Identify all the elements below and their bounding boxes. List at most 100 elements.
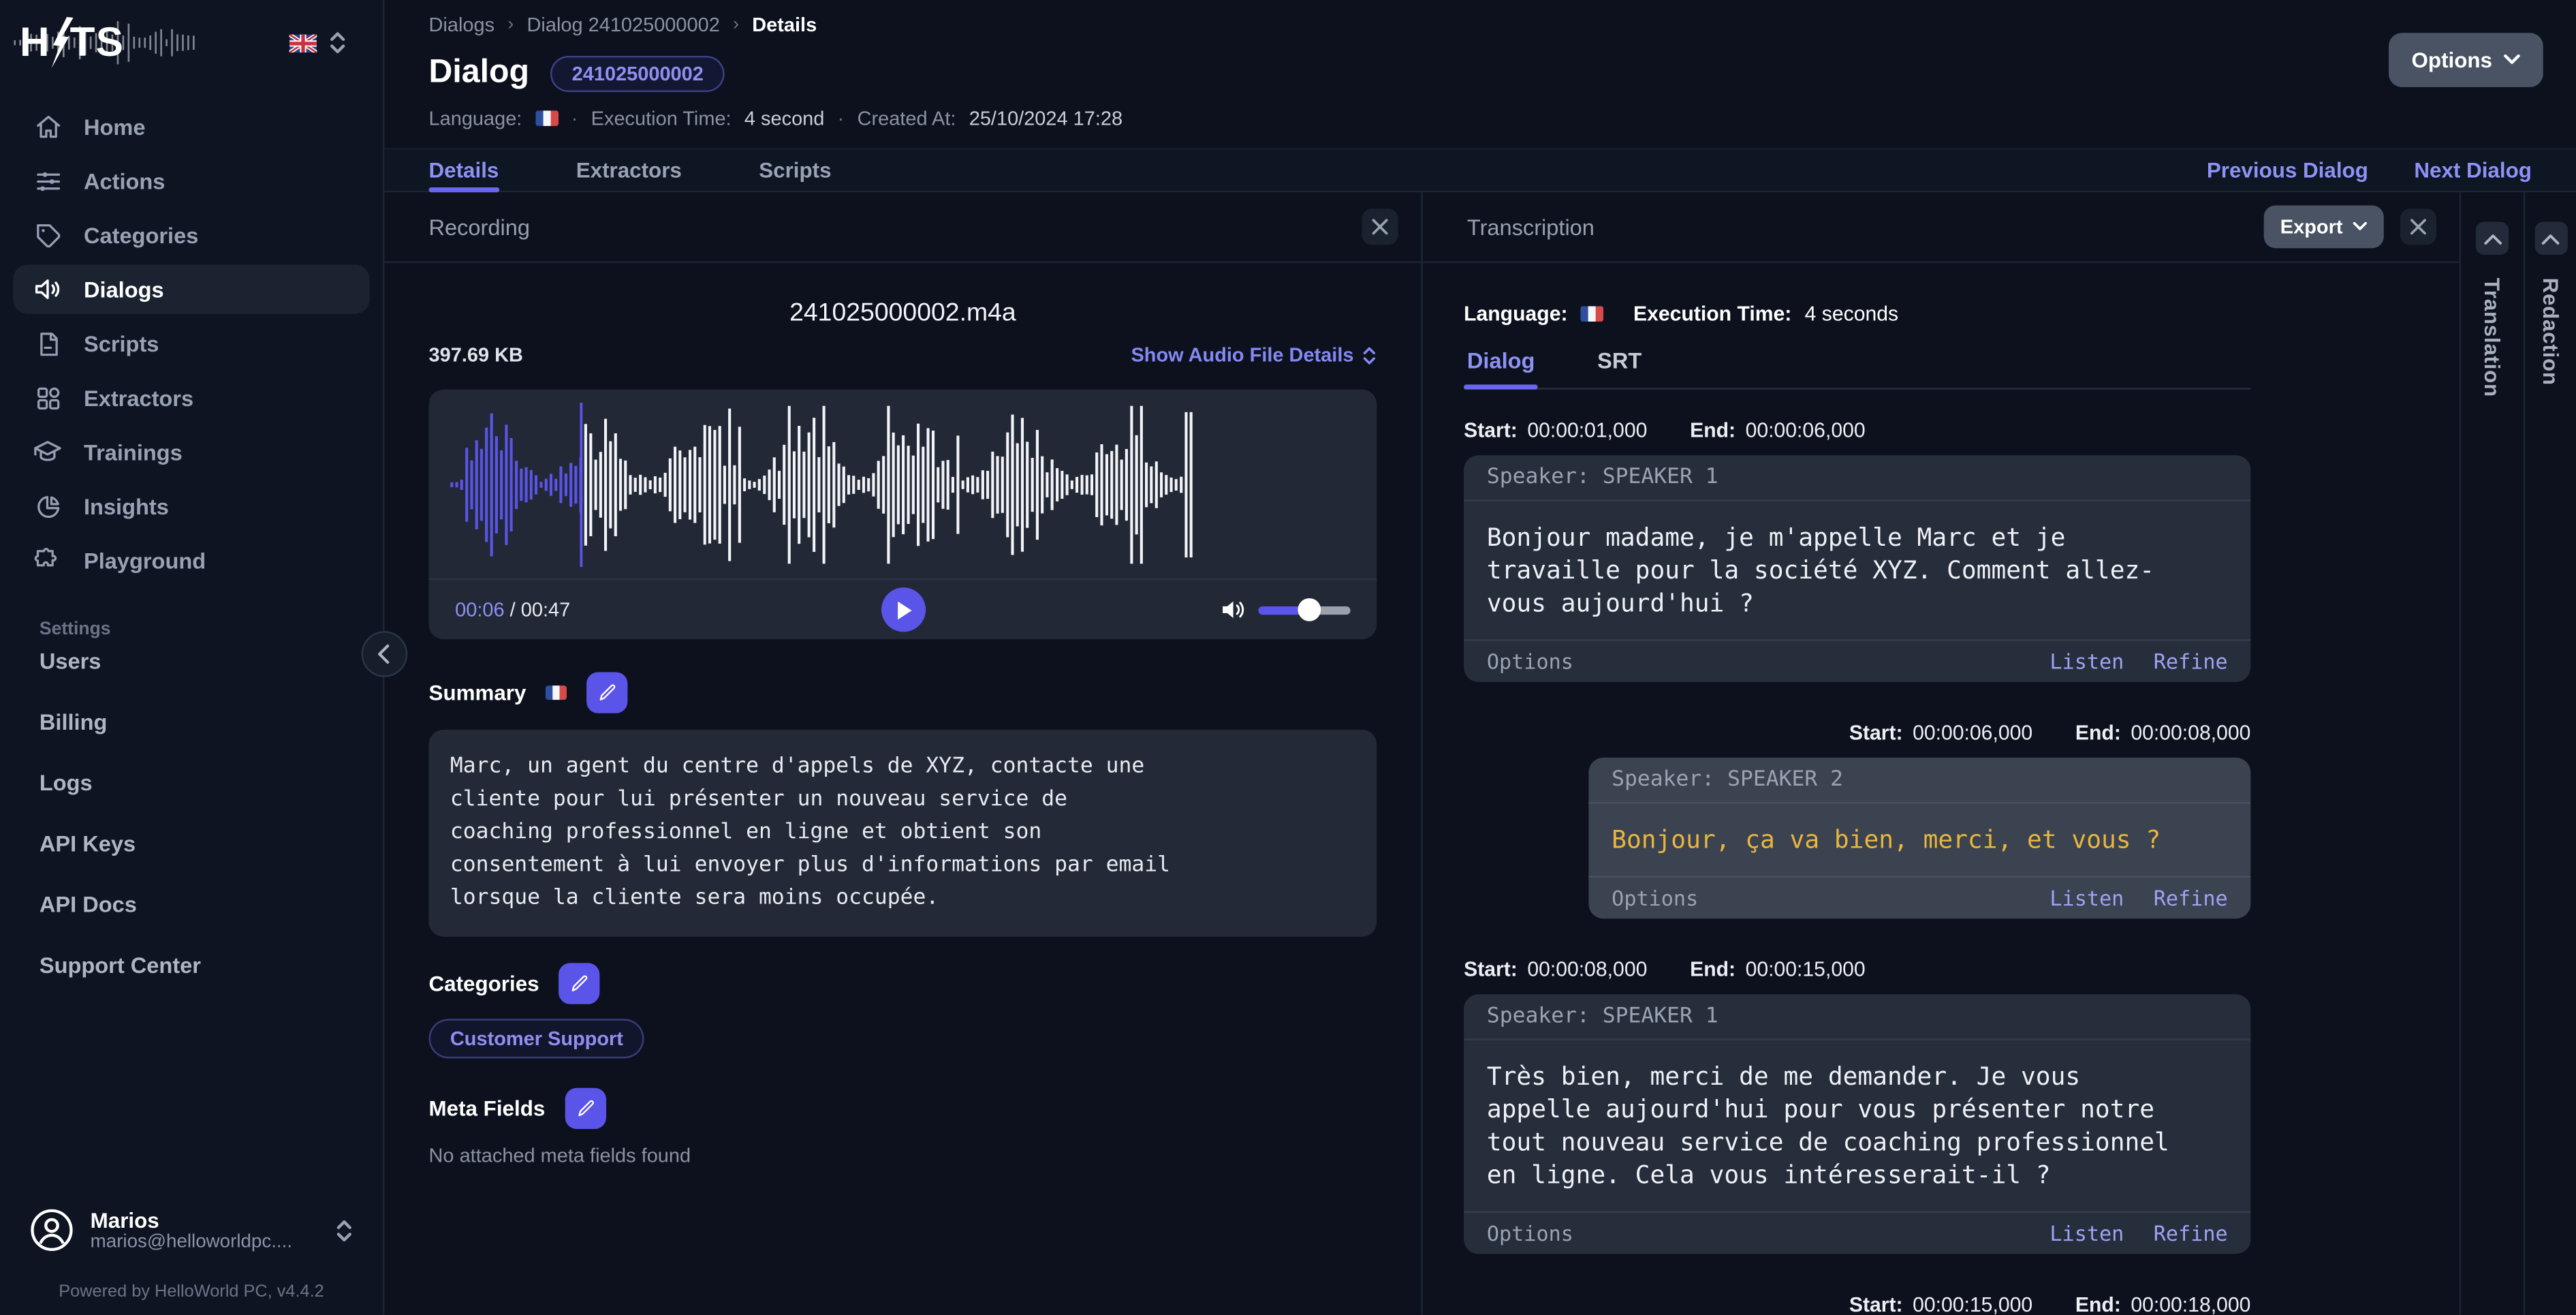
transcript-segment: Start: 00:00:08,000 End: 00:00:15,000 Spea… <box>1464 958 2251 1254</box>
expand-updown-icon <box>1363 346 1376 364</box>
redaction-expand-button[interactable] <box>2534 221 2567 255</box>
language-label: Language: <box>428 106 522 130</box>
app-logo[interactable]: H TS <box>14 15 195 71</box>
segment-listen-link[interactable]: Listen <box>2049 649 2124 674</box>
segment-card: Speaker: SPEAKER 2 Bonjour, ça va bien, … <box>1588 757 2251 919</box>
transcript-segment: Start: 00:00:01,000 End: 00:00:06,000 Spea… <box>1464 419 2251 682</box>
sliders-icon <box>33 166 62 196</box>
sidebar-item-label: Home <box>84 114 146 139</box>
graduation-cap-icon <box>33 437 62 467</box>
play-icon <box>896 600 911 619</box>
sidebar-item-trainings[interactable]: Trainings <box>13 427 369 476</box>
breadcrumb-item[interactable]: Dialog 241025000002 <box>527 13 720 36</box>
transcription-tab-dialog[interactable]: Dialog <box>1464 348 1539 390</box>
tab-scripts[interactable]: Scripts <box>759 149 831 190</box>
tab-details[interactable]: Details <box>428 149 499 193</box>
audio-file-size: 397.69 KB <box>428 343 523 367</box>
summary-label: Summary <box>428 680 527 705</box>
execution-time-label: Execution Time: <box>591 106 732 130</box>
previous-dialog-link[interactable]: Previous Dialog <box>2207 158 2368 183</box>
settings-item-api-docs[interactable]: API Docs <box>40 893 383 917</box>
sidebar-item-label: Insights <box>84 493 169 519</box>
user-menu[interactable]: Marios marios@helloworldpc.... <box>23 1202 360 1259</box>
segment-text: Bonjour, ça va bien, merci, et vous ? <box>1612 824 2161 855</box>
segment-refine-link[interactable]: Refine <box>2154 649 2228 674</box>
breadcrumb-item[interactable]: Dialogs <box>429 13 495 36</box>
sidebar-item-insights[interactable]: Insights <box>13 482 369 531</box>
edit-summary-button[interactable] <box>586 672 628 713</box>
settings-item-users[interactable]: Users <box>40 649 383 674</box>
pencil-icon <box>600 684 616 701</box>
segment-refine-link[interactable]: Refine <box>2154 886 2228 910</box>
settings-item-billing[interactable]: Billing <box>40 710 383 734</box>
export-button[interactable]: Export <box>2263 205 2384 249</box>
transcription-tab-srt[interactable]: SRT <box>1594 348 1645 388</box>
show-audio-details-link[interactable]: Show Audio File Details <box>1131 343 1377 367</box>
audio-waveform[interactable] <box>448 399 1194 570</box>
category-badge[interactable]: Customer Support <box>428 1019 645 1059</box>
translation-side-tab[interactable]: Translation <box>2459 192 2524 1315</box>
dialog-tabbar: Details Extractors Scripts Previous Dialog… <box>384 148 2576 193</box>
current-time: 00:06 <box>455 598 505 621</box>
chevron-down-icon <box>2353 221 2367 230</box>
segment-listen-link[interactable]: Listen <box>2049 1221 2124 1246</box>
transcript-segment: Start: 00:00:15,000 End: 00:00:18,000 <box>1464 1293 2251 1315</box>
close-icon <box>2410 219 2426 235</box>
segment-listen-link[interactable]: Listen <box>2049 886 2124 910</box>
sidebar-collapse-button[interactable] <box>361 631 408 677</box>
settings-item-support-center[interactable]: Support Center <box>40 953 383 978</box>
edit-categories-button[interactable] <box>559 963 600 1004</box>
segment-timestamps: Start: 00:00:08,000 End: 00:00:15,000 <box>1464 958 1866 981</box>
volume-knob[interactable] <box>1297 598 1321 621</box>
sidebar-item-dialogs[interactable]: Dialogs <box>13 264 370 314</box>
segment-options-button[interactable]: Options <box>1487 649 1573 674</box>
language-selector[interactable] <box>289 29 347 56</box>
segment-options-button[interactable]: Options <box>1612 886 1698 910</box>
transcription-meta: Language: Execution Time: 4 seconds <box>1464 303 2250 326</box>
created-at-label: Created At: <box>857 106 956 130</box>
segment-speaker-label: Speaker: SPEAKER 1 <box>1464 455 2251 501</box>
french-flag-icon <box>535 110 559 126</box>
french-flag-icon <box>1580 306 1604 322</box>
updown-chevron-icon <box>330 32 345 54</box>
settings-section-label: Settings <box>39 619 111 640</box>
app-window: H TS Home Actions Categories Dialogs Scr… <box>0 0 2576 1315</box>
logo-text-right: TS <box>69 18 125 65</box>
tab-extractors[interactable]: Extractors <box>576 149 682 190</box>
translation-expand-button[interactable] <box>2475 221 2509 255</box>
sidebar-item-label: Playground <box>84 548 206 573</box>
segment-card: Speaker: SPEAKER 1 Très bien, merci de m… <box>1464 994 2251 1254</box>
segment-options-button[interactable]: Options <box>1487 1221 1573 1246</box>
sidebar-item-extractors[interactable]: Extractors <box>13 373 369 422</box>
options-button[interactable]: Options <box>2388 33 2543 87</box>
sidebar-item-playground[interactable]: Playground <box>13 536 369 585</box>
updown-chevron-icon <box>336 1220 351 1241</box>
pencil-icon <box>572 975 588 991</box>
redaction-side-tab[interactable]: Redaction <box>2523 192 2576 1315</box>
total-duration: 00:47 <box>520 598 571 621</box>
chevron-up-icon <box>2483 233 2501 244</box>
uk-flag-icon <box>289 33 317 52</box>
settings-item-api-keys[interactable]: API Keys <box>40 831 383 856</box>
redaction-label: Redaction <box>2538 277 2563 386</box>
segment-timestamps: Start: 00:00:15,000 End: 00:00:18,000 <box>1849 1293 2251 1315</box>
sidebar-item-categories[interactable]: Categories <box>13 211 369 260</box>
language-label: Language: <box>1464 302 1568 326</box>
translation-label: Translation <box>2479 277 2505 397</box>
sidebar-item-scripts[interactable]: Scripts <box>13 319 369 368</box>
summary-text: Marc, un agent du centre d'appels de XYZ… <box>428 729 1377 937</box>
sidebar-item-label: Dialogs <box>84 277 164 302</box>
volume-slider[interactable] <box>1258 598 1351 621</box>
settings-item-logs[interactable]: Logs <box>40 771 383 795</box>
segment-refine-link[interactable]: Refine <box>2154 1221 2228 1246</box>
sidebar-item-home[interactable]: Home <box>13 102 369 151</box>
transcription-close-button[interactable] <box>2400 208 2436 245</box>
next-dialog-link[interactable]: Next Dialog <box>2414 158 2531 183</box>
edit-meta-fields-button[interactable] <box>565 1087 606 1130</box>
play-button[interactable] <box>880 587 925 632</box>
avatar <box>31 1209 73 1252</box>
audio-player: 00:06 / 00:47 <box>428 389 1377 640</box>
sidebar-item-actions[interactable]: Actions <box>13 156 369 205</box>
recording-close-button[interactable] <box>1362 208 1398 245</box>
volume-icon[interactable] <box>1221 598 1245 621</box>
